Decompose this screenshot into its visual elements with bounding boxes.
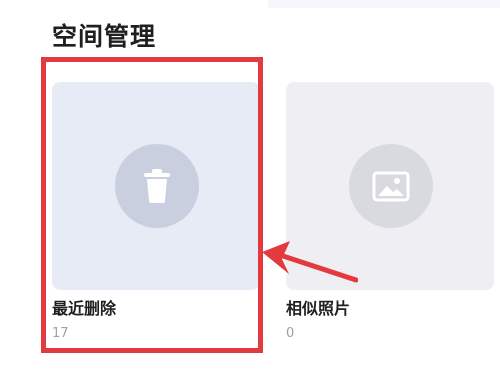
- recently-deleted-card[interactable]: [52, 82, 260, 290]
- image-icon-background: [349, 144, 433, 228]
- similar-photos-label: 相似照片: [286, 299, 351, 318]
- recently-deleted-label: 最近删除: [52, 299, 117, 318]
- top-divider-strip: [268, 0, 500, 8]
- similar-photos-count: 0: [286, 326, 295, 341]
- page-title: 空间管理: [52, 22, 157, 51]
- trash-icon: [144, 169, 170, 203]
- image-icon: [372, 171, 410, 202]
- similar-photos-card[interactable]: [286, 82, 494, 290]
- recently-deleted-count: 17: [52, 326, 69, 341]
- trash-icon-background: [115, 144, 199, 228]
